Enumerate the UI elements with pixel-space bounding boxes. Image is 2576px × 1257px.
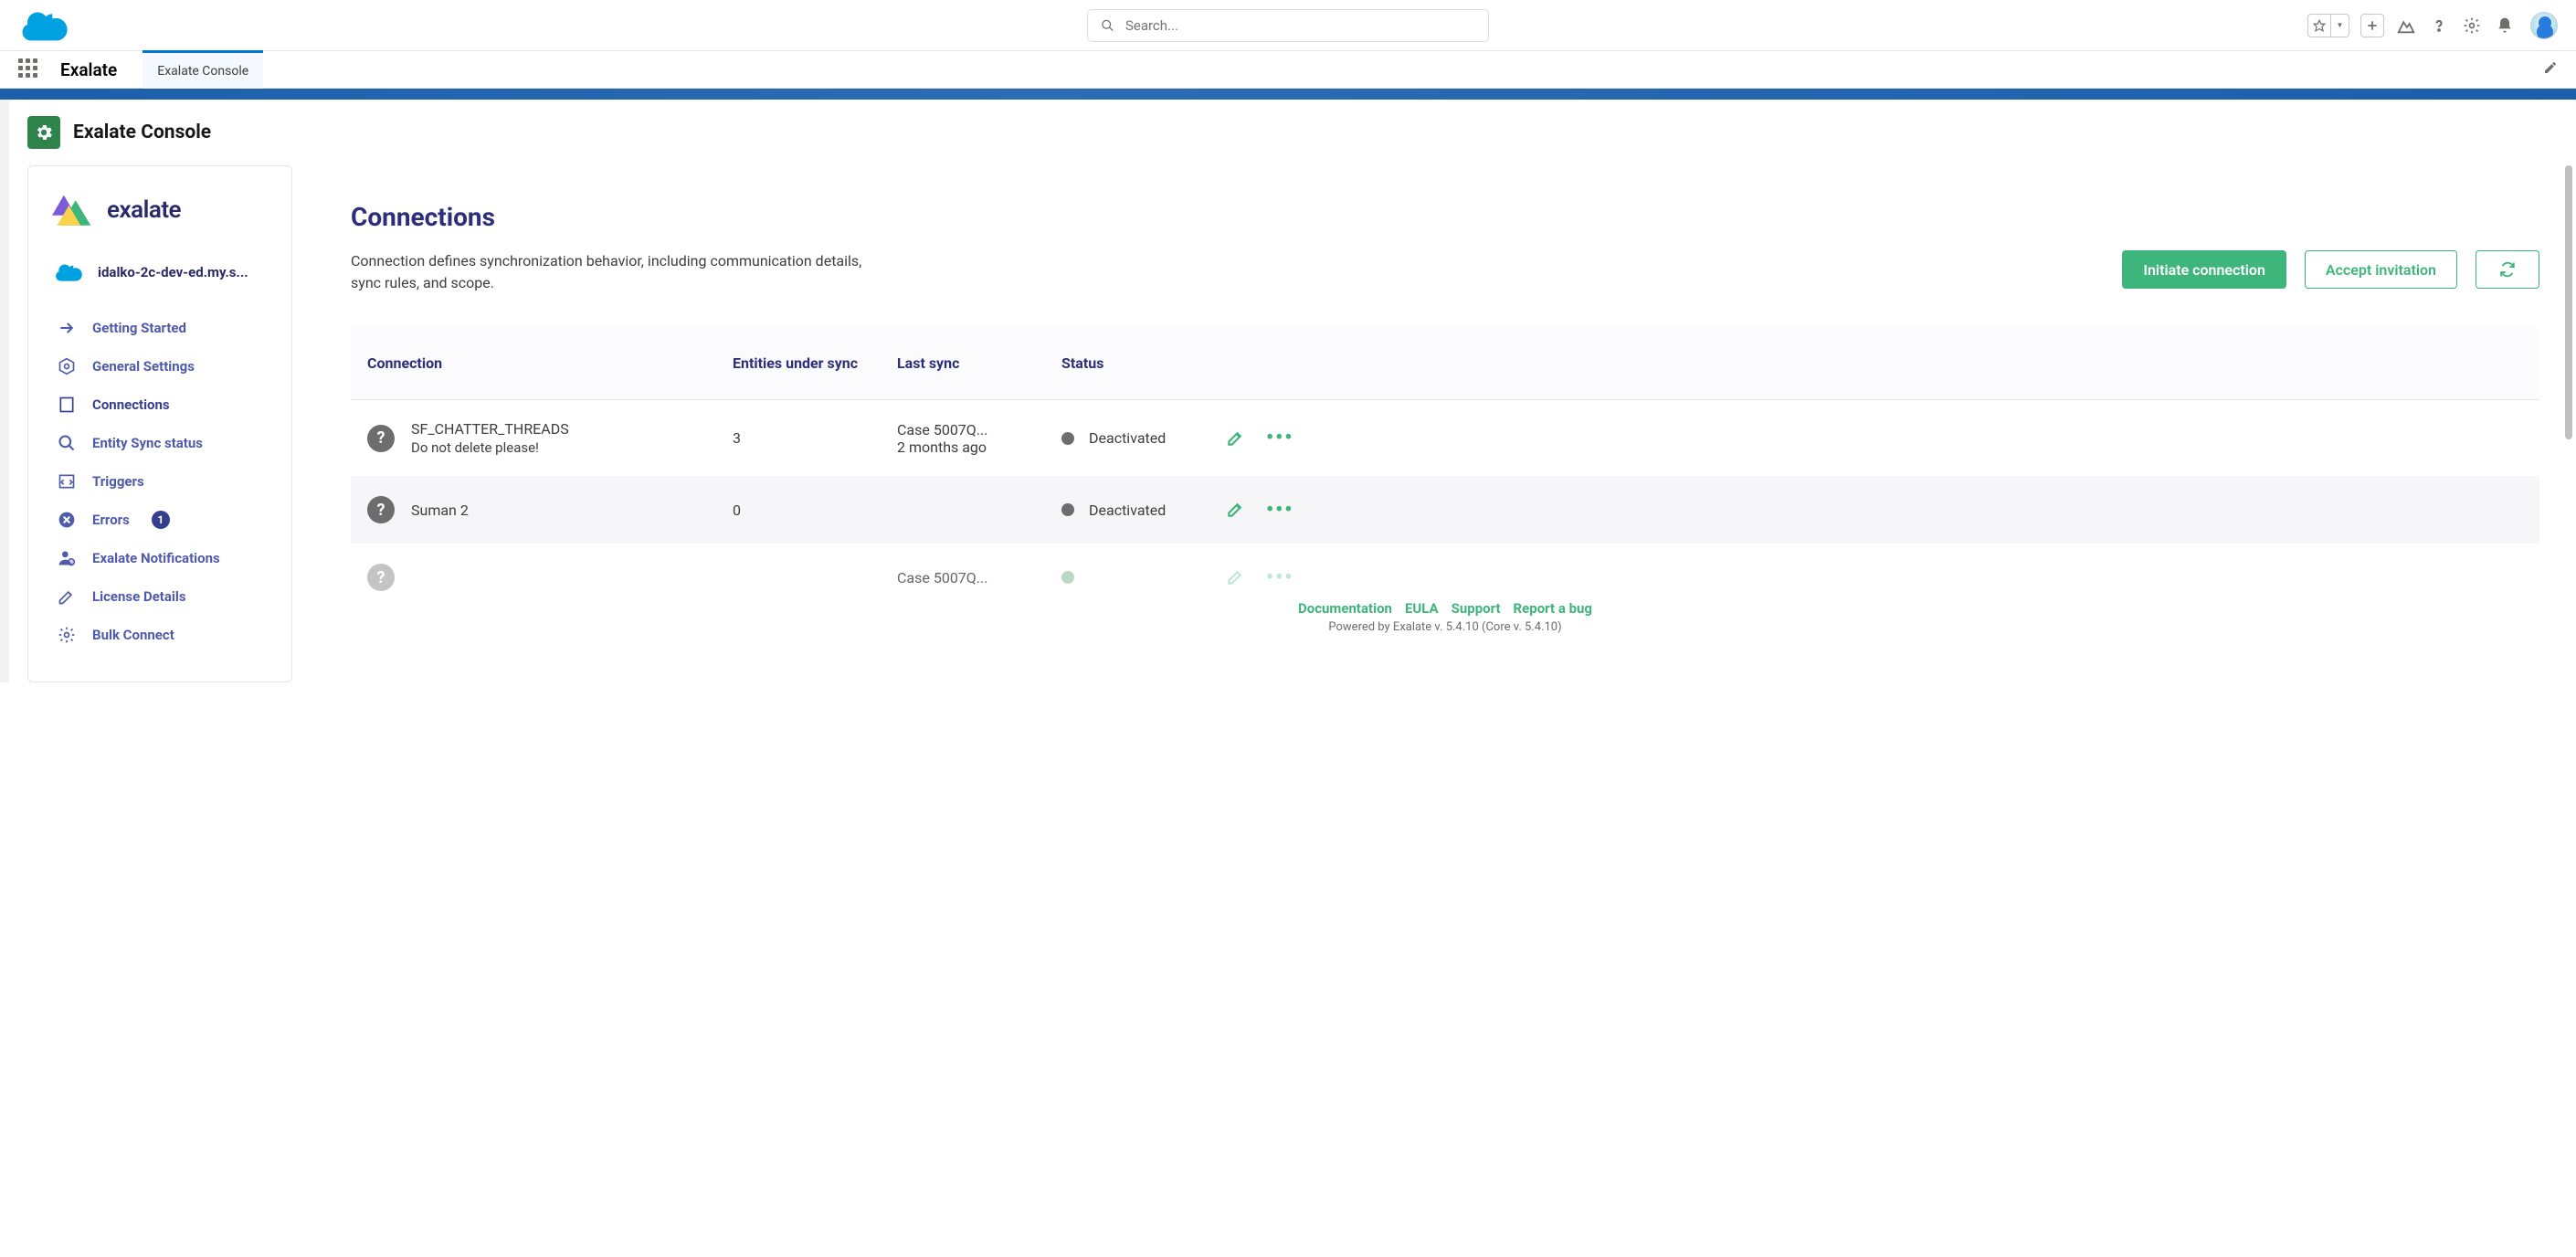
footer: Documentation EULA Support Report a bug … <box>351 591 2539 649</box>
table-row: ? Case 5007Q... ••• <box>351 544 2539 591</box>
th-last-sync: Last sync <box>897 354 1061 372</box>
sidebar-item-label: General Settings <box>92 358 195 375</box>
accept-invitation-button[interactable]: Accept invitation <box>2305 250 2457 289</box>
app-name: Exalate <box>60 59 117 80</box>
sidebar: exalate idalko-2c-dev-ed.my.s... Getting… <box>27 165 292 682</box>
more-icon[interactable]: ••• <box>1266 427 1293 449</box>
last-sync-case: Case 5007Q... <box>897 421 1061 438</box>
search-input[interactable] <box>1125 17 1475 34</box>
sidebar-item-label: Triggers <box>92 473 144 490</box>
edit-icon[interactable] <box>1226 568 1244 586</box>
search-icon <box>1101 18 1114 33</box>
salesforce-logo <box>18 7 73 44</box>
status-text: Deactivated <box>1089 429 1166 447</box>
sidebar-item-entity-sync[interactable]: Entity Sync status <box>28 424 291 462</box>
initiate-connection-button[interactable]: Initiate connection <box>2122 250 2286 289</box>
error-icon <box>58 511 76 529</box>
cloud-icon <box>54 261 85 283</box>
status-text: Deactivated <box>1089 502 1166 519</box>
refresh-button[interactable] <box>2476 250 2539 289</box>
footer-powered: Powered by Exalate v. 5.4.10 (Core v. 5.… <box>351 620 2539 634</box>
footer-link-support[interactable]: Support <box>1452 600 1501 617</box>
footer-link-documentation[interactable]: Documentation <box>1298 600 1392 617</box>
hexagon-icon <box>58 357 76 375</box>
sidebar-item-bulk-connect[interactable]: Bulk Connect <box>28 616 291 654</box>
question-icon: ? <box>367 496 395 523</box>
edit-icon[interactable] <box>1226 501 1244 519</box>
tab-exalate-console[interactable]: Exalate Console <box>143 50 263 89</box>
sidebar-item-label: License Details <box>92 588 186 605</box>
sidebar-item-label: Bulk Connect <box>92 627 174 643</box>
building-icon <box>58 396 76 414</box>
arrow-right-icon <box>58 319 76 337</box>
search-icon <box>58 434 76 452</box>
th-status: Status <box>1061 354 1226 372</box>
status-dot <box>1061 571 1074 584</box>
edit-page-icon[interactable] <box>2543 60 2558 79</box>
help-icon[interactable] <box>2428 14 2450 37</box>
notifications-bell-icon[interactable] <box>2494 14 2516 37</box>
connections-table: Connection Entities under sync Last sync… <box>351 327 2539 591</box>
brand-band <box>0 89 2576 100</box>
th-entities: Entities under sync <box>733 354 897 372</box>
global-search[interactable] <box>1087 9 1489 42</box>
sidebar-item-triggers[interactable]: Triggers <box>28 462 291 501</box>
page-description: Connection defines synchronization behav… <box>351 250 890 294</box>
user-avatar[interactable] <box>2530 12 2558 39</box>
th-connection: Connection <box>367 354 733 372</box>
favorites-dropdown[interactable]: ▼ <box>2307 14 2349 37</box>
instance-row[interactable]: idalko-2c-dev-ed.my.s... <box>28 254 291 309</box>
sidebar-item-label: Getting Started <box>92 320 186 336</box>
footer-link-report-bug[interactable]: Report a bug <box>1514 600 1592 617</box>
console-title: Exalate Console <box>73 121 211 143</box>
trailhead-icon[interactable] <box>2395 14 2417 37</box>
sidebar-item-general-settings[interactable]: General Settings <box>28 347 291 386</box>
sidebar-item-license[interactable]: License Details <box>28 577 291 616</box>
setup-gear-icon[interactable] <box>2461 14 2483 37</box>
add-button[interactable] <box>2360 14 2384 37</box>
entities-count: 3 <box>733 429 897 447</box>
question-icon: ? <box>367 425 395 452</box>
more-icon[interactable]: ••• <box>1266 499 1293 522</box>
svg-text:@: @ <box>69 561 74 566</box>
more-icon[interactable]: ••• <box>1266 566 1293 589</box>
exalate-brand: exalate <box>28 185 291 254</box>
sidebar-item-errors[interactable]: Errors 1 <box>28 501 291 539</box>
sidebar-item-getting-started[interactable]: Getting Started <box>28 309 291 347</box>
sidebar-item-label: Entity Sync status <box>92 435 203 451</box>
sidebar-item-notifications[interactable]: @ Exalate Notifications <box>28 539 291 577</box>
person-mail-icon: @ <box>58 549 76 567</box>
sidebar-item-label: Connections <box>92 396 170 413</box>
footer-link-eula[interactable]: EULA <box>1405 600 1439 617</box>
errors-badge: 1 <box>152 511 170 529</box>
status-dot <box>1061 432 1074 445</box>
page-title: Connections <box>351 202 2539 232</box>
table-row: ? SF_CHATTER_THREADS Do not delete pleas… <box>351 400 2539 476</box>
instance-name: idalko-2c-dev-ed.my.s... <box>98 264 248 280</box>
edit-icon[interactable] <box>1226 429 1244 448</box>
sidebar-item-label: Exalate Notifications <box>92 550 220 566</box>
sidebar-item-connections[interactable]: Connections <box>28 386 291 424</box>
connection-name: Suman 2 <box>411 502 469 519</box>
connection-subtext: Do not delete please! <box>411 439 569 456</box>
app-launcher-icon[interactable] <box>18 58 40 80</box>
brand-text: exalate <box>107 196 181 224</box>
code-icon <box>58 472 76 491</box>
table-header: Connection Entities under sync Last sync… <box>351 327 2539 400</box>
table-row: ? Suman 2 0 Deactivated <box>351 476 2539 544</box>
sidebar-item-label: Errors <box>92 512 130 528</box>
refresh-icon <box>2499 261 2516 278</box>
gear-icon <box>58 626 76 644</box>
pencil-icon <box>58 587 76 606</box>
question-icon: ? <box>367 564 395 591</box>
last-sync-case: Case 5007Q... <box>897 569 1061 586</box>
scrollbar[interactable] <box>2565 165 2572 439</box>
last-sync-time: 2 months ago <box>897 438 1061 456</box>
entities-count: 0 <box>733 502 897 519</box>
status-dot <box>1061 503 1074 516</box>
console-gear-icon <box>27 116 60 149</box>
connection-name: SF_CHATTER_THREADS <box>411 420 569 438</box>
